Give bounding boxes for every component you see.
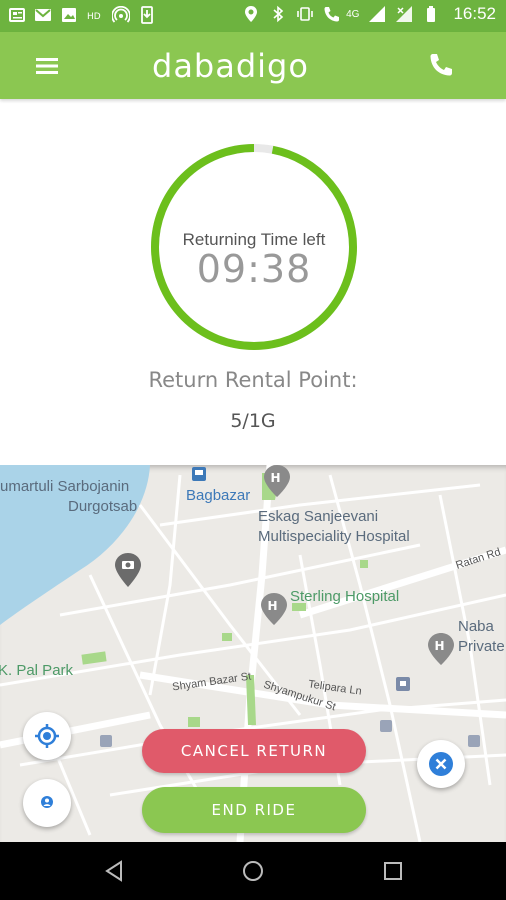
status-bar: HD 4G 16:52	[0, 0, 506, 32]
bus-stop-icon	[396, 677, 410, 691]
bluetooth-icon	[273, 5, 284, 23]
map-label-bagbazar: Bagbazar	[186, 487, 251, 504]
map-label-kpal-park: K. Pal Park	[0, 662, 74, 679]
map-label-naba-2: Private	[458, 638, 505, 655]
return-point-value: 5/1G	[230, 410, 276, 432]
svg-text:H: H	[271, 471, 281, 485]
map-label-sterling: Sterling Hospital	[290, 588, 400, 605]
countdown-timer: Returning Time left 09:38	[150, 143, 358, 351]
bus-stop-icon	[380, 720, 392, 732]
my-location-button[interactable]	[23, 712, 71, 760]
clock: 16:52	[453, 4, 496, 23]
user-pin-icon	[41, 796, 53, 808]
menu-button[interactable]	[30, 52, 62, 80]
phone-icon	[430, 54, 452, 76]
vibrate-icon	[297, 7, 313, 21]
hospital-pin-icon: H	[428, 633, 454, 665]
recents-icon	[384, 862, 402, 880]
map-label-kumartuli: umartuli Sarbojanin	[0, 478, 130, 495]
bus-stop-icon	[100, 735, 112, 747]
cancel-return-button[interactable]: CANCEL RETURN	[142, 729, 366, 773]
app-logo: dabadigo	[152, 47, 309, 85]
crosshair-icon	[35, 724, 59, 748]
hamburger-menu-icon	[36, 58, 58, 74]
battery-icon	[427, 6, 436, 22]
nav-back-button[interactable]	[102, 858, 128, 884]
signal-icon	[396, 6, 413, 22]
news-icon	[9, 8, 25, 22]
end-ride-button[interactable]: END RIDE	[142, 787, 366, 833]
map-label-durgotsab: Durgotsab	[68, 498, 138, 515]
navigation-bar	[0, 842, 506, 900]
download-icon	[141, 6, 153, 24]
nav-recents-button[interactable]	[380, 858, 406, 884]
map-label-eskag-1: Eskag Sanjeevani	[258, 508, 379, 525]
signal-icon	[369, 6, 386, 22]
map-label-naba-1: Naba	[458, 618, 494, 635]
transit-icon	[192, 467, 206, 481]
location-icon	[245, 6, 258, 22]
bus-stop-icon	[468, 735, 480, 747]
call-icon	[324, 7, 340, 22]
gmail-icon	[35, 9, 51, 21]
hospital-pin-icon: H	[261, 593, 287, 625]
close-map-button[interactable]	[417, 740, 465, 788]
camera-pin-icon	[115, 553, 141, 587]
back-icon	[105, 860, 122, 882]
hotspot-icon	[112, 6, 130, 23]
svg-text:H: H	[268, 599, 278, 613]
user-location-button[interactable]	[23, 779, 71, 827]
svg-text:H: H	[435, 639, 445, 653]
return-point-title: Return Rental Point:	[148, 368, 358, 392]
notification-icons: HD	[8, 6, 156, 24]
home-icon	[243, 861, 263, 881]
app-bar: dabadigo	[0, 32, 506, 99]
call-button[interactable]	[424, 48, 458, 82]
map-label-eskag-2: Multispeciality Hospital	[258, 528, 410, 545]
nav-home-button[interactable]	[240, 858, 266, 884]
timer-value: 09:38	[196, 247, 312, 291]
svg-text:HD: HD	[87, 12, 101, 22]
hd-icon: HD	[87, 12, 101, 22]
system-icons: 4G 16:52	[242, 4, 496, 24]
network-type-label: 4G	[346, 8, 360, 20]
image-icon	[62, 8, 76, 22]
close-icon	[429, 752, 453, 776]
